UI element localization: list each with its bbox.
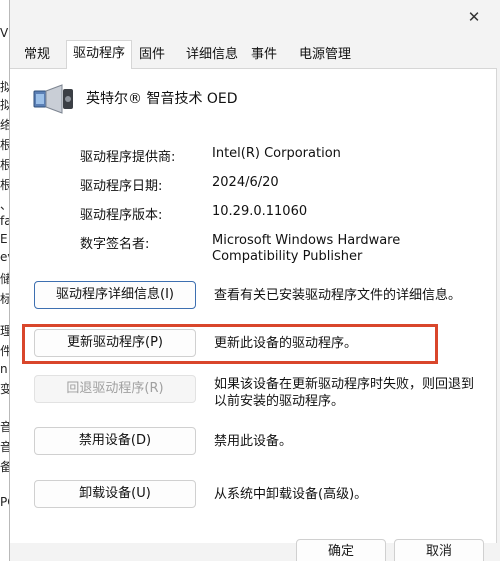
background-text: 根 bbox=[0, 156, 9, 173]
background-window-strip: V 拟 拟 络 根 根 根 、 fa E ev 储 标 理 件 n 变 音 音 … bbox=[0, 0, 10, 561]
background-text: E bbox=[0, 232, 8, 246]
driver-tab-panel: 英特尔® 智音技术 OED 驱动程序提供商: Intel(R) Corporat… bbox=[10, 68, 497, 543]
disable-device-description: 禁用此设备。 bbox=[214, 434, 293, 449]
background-text: n bbox=[0, 362, 8, 376]
driver-details-description: 查看有关已安装驱动程序文件的详细信息。 bbox=[214, 288, 462, 303]
disable-device-button[interactable]: 禁用设备(D) bbox=[34, 427, 196, 455]
background-text: 络 bbox=[0, 116, 9, 133]
tab-driver[interactable]: 驱动程序 bbox=[66, 40, 132, 69]
close-icon[interactable]: ✕ bbox=[462, 6, 486, 28]
cancel-button[interactable]: 取消 bbox=[394, 539, 484, 561]
driver-provider-value: Intel(R) Corporation bbox=[212, 146, 341, 161]
background-text: 变 bbox=[0, 380, 9, 397]
background-text: 理 bbox=[0, 322, 9, 339]
driver-version-label: 驱动程序版本: bbox=[80, 208, 163, 223]
update-driver-button[interactable]: 更新驱动程序(P) bbox=[34, 329, 196, 357]
ok-button[interactable]: 确定 bbox=[296, 539, 386, 561]
background-text: 音 bbox=[0, 438, 9, 455]
background-text: 根 bbox=[0, 176, 9, 193]
tab-details[interactable]: 详细信息 bbox=[182, 42, 242, 68]
update-driver-description: 更新此设备的驱动程序。 bbox=[214, 336, 358, 351]
device-properties-dialog: ✕ 常规 驱动程序 固件 详细信息 事件 电源管理 英特尔® 智音技术 OED … bbox=[10, 0, 500, 561]
uninstall-device-description: 从系统中卸载设备(高级)。 bbox=[214, 487, 368, 502]
background-text: 拟 bbox=[0, 96, 9, 113]
background-text: ev bbox=[0, 250, 9, 264]
background-text: 标 bbox=[0, 290, 9, 307]
device-name: 英特尔® 智音技术 OED bbox=[86, 91, 238, 107]
audio-device-icon bbox=[33, 84, 73, 114]
tab-bar: 常规 驱动程序 固件 详细信息 事件 电源管理 bbox=[10, 40, 500, 69]
driver-details-button[interactable]: 驱动程序详细信息(I) bbox=[34, 281, 196, 309]
background-text: PC bbox=[0, 495, 9, 509]
background-text: 、 bbox=[0, 196, 9, 213]
background-text: fa bbox=[0, 214, 9, 228]
background-text: 根 bbox=[0, 136, 9, 153]
uninstall-device-button[interactable]: 卸载设备(U) bbox=[34, 480, 196, 508]
driver-date-value: 2024/6/20 bbox=[212, 175, 279, 190]
background-text: 储 bbox=[0, 270, 9, 287]
driver-provider-label: 驱动程序提供商: bbox=[80, 150, 176, 165]
background-text: 件 bbox=[0, 342, 9, 359]
driver-date-label: 驱动程序日期: bbox=[80, 179, 163, 194]
driver-version-value: 10.29.0.11060 bbox=[212, 204, 308, 219]
digital-signer-value: Microsoft Windows Hardware Compatibility… bbox=[212, 233, 401, 264]
tab-power-management[interactable]: 电源管理 bbox=[294, 42, 356, 68]
tab-firmware[interactable]: 固件 bbox=[134, 42, 170, 68]
rollback-driver-description: 如果该设备在更新驱动程序时失败，则回退到以前安装的驱动程序。 bbox=[214, 377, 475, 409]
tab-general[interactable]: 常规 bbox=[18, 42, 56, 68]
rollback-driver-button[interactable]: 回退驱动程序(R) bbox=[34, 375, 196, 403]
background-text: 音 bbox=[0, 418, 9, 435]
tab-events[interactable]: 事件 bbox=[246, 42, 282, 68]
background-text: 拟 bbox=[0, 78, 9, 95]
background-text: 备 bbox=[0, 458, 9, 475]
digital-signer-label: 数字签名者: bbox=[80, 237, 150, 252]
background-text: V bbox=[0, 26, 9, 40]
